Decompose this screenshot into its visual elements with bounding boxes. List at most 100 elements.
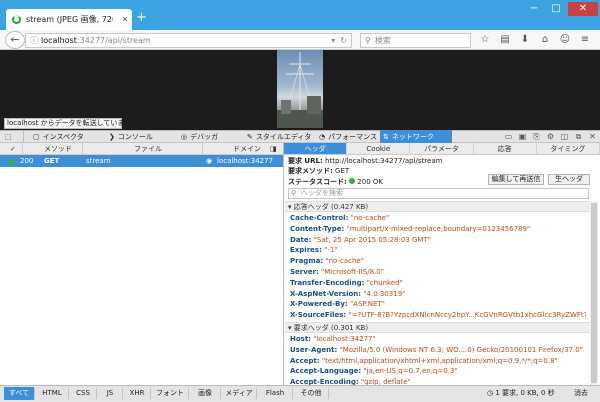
header-value: "ASP.NET" bbox=[349, 300, 385, 309]
filter-tab[interactable]: すべて bbox=[4, 387, 34, 400]
tab-performance-label: パフォーマンス bbox=[328, 132, 377, 141]
column-file[interactable]: ファイル bbox=[134, 143, 162, 155]
url-bar[interactable]: ⓘ localhost:34277/api/stream ▾ ↻ bbox=[25, 33, 352, 48]
header-value: "text/html,application/xhtml+xml,applica… bbox=[321, 356, 558, 365]
minimize-button[interactable]: − bbox=[524, 2, 544, 16]
filter-divider bbox=[188, 388, 189, 399]
responsive-icon[interactable]: ▭ bbox=[502, 130, 515, 143]
request-summary: ◷ 1 要求, 0 KB, 0 秒 bbox=[487, 387, 555, 400]
header-name: Pragma: bbox=[290, 257, 324, 266]
tab-response[interactable]: 応答 bbox=[474, 143, 537, 154]
tab-headers[interactable]: ヘッダ bbox=[284, 143, 348, 154]
column-divider bbox=[202, 143, 203, 155]
download-icon[interactable]: ⬇ bbox=[516, 31, 534, 48]
devtools-right-controls: ▭ ▣ ⎘ ⚙ ◫ ⧉ ✕ bbox=[502, 130, 599, 143]
bookmarks-icon[interactable]: ▤ bbox=[496, 31, 514, 48]
back-button[interactable]: ← bbox=[5, 31, 25, 49]
bookmark-star-icon[interactable]: ☆ bbox=[476, 31, 494, 48]
dock-side-icon[interactable]: ◫ bbox=[558, 130, 571, 143]
header-name: X-AspNet-Version: bbox=[290, 289, 362, 298]
response-headers-section[interactable]: ▾ 応答ヘッダ (0.427 KB) bbox=[285, 201, 590, 212]
pane-splitter[interactable] bbox=[283, 143, 284, 385]
response-header-row[interactable]: Transfer-Encoding: "chunked" bbox=[290, 278, 586, 288]
screenshot-icon[interactable]: ▣ bbox=[516, 130, 529, 143]
request-headers-section[interactable]: ▾ 要求ヘッダ (0.301 KB) bbox=[285, 322, 590, 333]
response-header-row[interactable]: Expires: "-1" bbox=[290, 245, 586, 255]
header-value: "ja,en-US;q=0.7,en;q=0.3" bbox=[363, 367, 458, 376]
stream-image bbox=[277, 50, 323, 128]
filter-divider bbox=[256, 388, 257, 399]
response-header-row[interactable]: Content-Type: "multipart/x-mixed-replace… bbox=[290, 224, 586, 234]
filter-divider bbox=[34, 388, 35, 399]
tab-debugger-label: デバッガ bbox=[190, 132, 219, 141]
response-header-row[interactable]: X-AspNet-Version: "4.0.30319" bbox=[290, 289, 586, 299]
window-close-button[interactable]: ✕ bbox=[568, 2, 598, 16]
tab-timings[interactable]: タイミング bbox=[537, 143, 600, 154]
tab-inspector[interactable]: ▢ インスペクタ bbox=[30, 130, 98, 143]
search-bar[interactable]: ⚲ 検索 bbox=[360, 33, 471, 48]
scrollbar-thumb[interactable] bbox=[591, 203, 597, 383]
scratchpad-icon[interactable]: ⎘ bbox=[530, 130, 543, 143]
undock-icon[interactable]: ⧉ bbox=[572, 130, 585, 143]
request-url-value: http://localhost:34277/api/stream bbox=[325, 157, 443, 165]
tab-debugger[interactable]: ◎ デバッガ bbox=[178, 130, 244, 143]
filter-tab[interactable]: 画像 bbox=[190, 387, 220, 400]
response-header-row[interactable]: Pragma: "no-cache" bbox=[290, 256, 586, 266]
column-status[interactable]: ✓ bbox=[10, 143, 16, 155]
filter-tab[interactable]: JS bbox=[98, 387, 122, 400]
filter-tab[interactable]: その他 bbox=[294, 387, 328, 400]
reload-icon[interactable]: ↻ bbox=[340, 36, 347, 45]
close-tab-icon[interactable]: ✕ bbox=[118, 15, 132, 24]
response-header-row[interactable]: Date: "Sat, 25 Apr 2015 05:28:03 GMT" bbox=[290, 235, 586, 245]
tab-performance[interactable]: ◔ パフォーマンス bbox=[316, 130, 384, 143]
toolbar-divider bbox=[23, 131, 24, 142]
clear-button[interactable]: 消去 bbox=[566, 387, 596, 400]
filter-tab[interactable]: XHR bbox=[124, 387, 150, 400]
filter-tab[interactable]: CSS bbox=[70, 387, 96, 400]
settings-gear-icon[interactable]: ⚙ bbox=[544, 130, 557, 143]
chat-icon[interactable]: ☺ bbox=[556, 31, 574, 48]
maximize-button[interactable]: □ bbox=[546, 2, 566, 16]
detail-tabs: ヘッダ Cookie パラメータ 応答 タイミング bbox=[284, 143, 600, 155]
new-tab-button[interactable]: + bbox=[136, 11, 147, 25]
filter-tab[interactable]: フォント bbox=[152, 387, 188, 400]
header-value: "=?UTF-8?B?YzpcdXNlcnNccy2hpY...KcGVnRGV… bbox=[348, 311, 586, 320]
menu-icon[interactable]: ≡ bbox=[576, 31, 594, 48]
filter-tab[interactable]: Flash bbox=[258, 387, 292, 400]
tab-params[interactable]: パラメータ bbox=[410, 143, 474, 154]
column-domain[interactable]: ドメイン bbox=[233, 143, 261, 155]
dropdown-icon[interactable]: ▾ bbox=[331, 36, 335, 45]
filter-tab[interactable]: メディア bbox=[222, 387, 256, 400]
response-header-row[interactable]: Cache-Control: "no-cache" bbox=[290, 213, 586, 223]
header-value: "no-cache" bbox=[325, 257, 364, 266]
tab-cookie[interactable]: Cookie bbox=[347, 143, 411, 154]
column-method[interactable]: メソッド bbox=[44, 143, 72, 155]
request-header-row[interactable]: Host: "localhost:34277" bbox=[290, 334, 586, 344]
home-icon[interactable]: ⌂ bbox=[536, 31, 554, 48]
tab-console[interactable]: ❯ コンソール bbox=[106, 130, 174, 143]
pick-element-button[interactable]: ⬚ bbox=[2, 130, 22, 143]
tab-style-editor[interactable]: ✎ スタイルエディタ bbox=[244, 130, 314, 143]
request-header-row[interactable]: Accept-Language: "ja,en-US;q=0.7,en;q=0.… bbox=[290, 366, 586, 376]
browser-tab[interactable]: stream (JPEG 画像, 720... ✕ bbox=[6, 9, 132, 30]
request-file: stream bbox=[86, 157, 111, 165]
filter-search-icon: ⚲ bbox=[291, 189, 297, 197]
response-header-row[interactable]: Server: "Microsoft-IIS/8.0" bbox=[290, 267, 586, 277]
header-name: Cache-Control: bbox=[290, 214, 349, 222]
loading-icon bbox=[12, 15, 21, 24]
response-header-row[interactable]: X-SourceFiles: "=?UTF-8?B?YzpcdXNlcnNccy… bbox=[290, 310, 586, 320]
column-picker-icon[interactable]: ◨ bbox=[270, 143, 277, 155]
request-header-row[interactable]: User-Agent: "Mozilla/5.0 (Windows NT 6.3… bbox=[290, 345, 586, 355]
tab-network[interactable]: ⇅ ネットワーク bbox=[380, 130, 452, 143]
header-name: X-SourceFiles: bbox=[290, 311, 347, 320]
request-header-row[interactable]: Accept: "text/html,application/xhtml+xml… bbox=[290, 356, 586, 366]
close-devtools-icon[interactable]: ✕ bbox=[586, 130, 599, 143]
response-header-row[interactable]: X-Powered-By: "ASP.NET" bbox=[290, 299, 586, 309]
raw-headers-button[interactable]: 生ヘッダ bbox=[548, 174, 590, 185]
header-filter-input[interactable]: ヘッダを検索 bbox=[288, 188, 589, 199]
tab-style-editor-label: スタイルエディタ bbox=[255, 132, 312, 141]
filter-tab[interactable]: HTML bbox=[36, 387, 68, 400]
pick-element-icon: ⬚ bbox=[5, 132, 12, 141]
header-value: "localhost:34277" bbox=[313, 335, 376, 343]
edit-resend-button[interactable]: 編集して再送信 bbox=[488, 174, 544, 185]
